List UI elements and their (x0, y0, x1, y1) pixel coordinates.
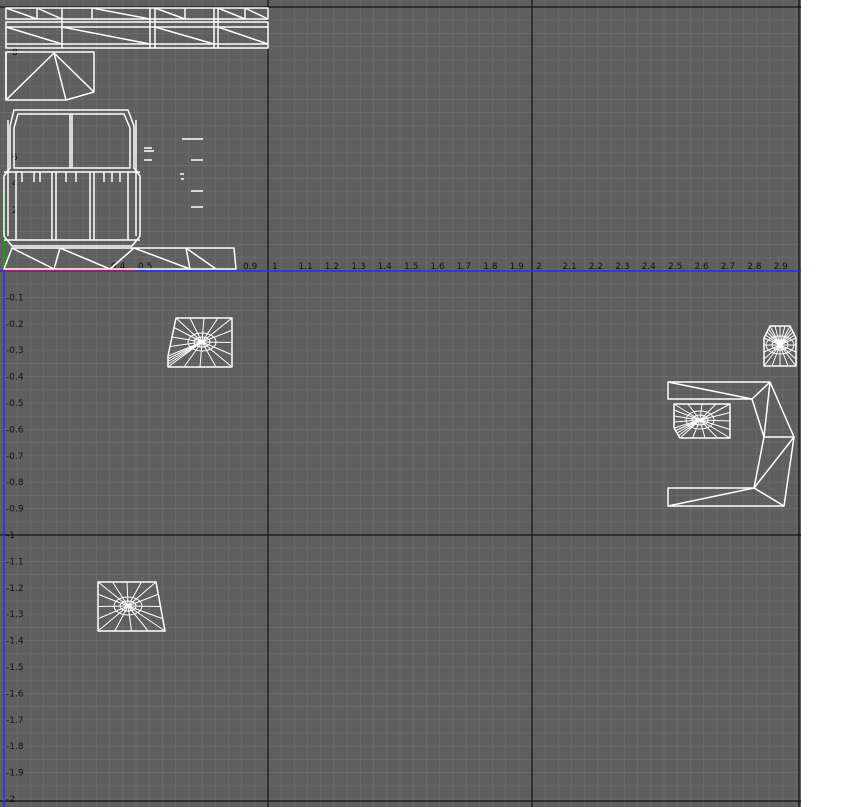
v-tick-label: -0.8 (6, 478, 24, 488)
uv-shell-triangle-panel[interactable] (5, 51, 95, 101)
v-tick-label: -1.6 (6, 689, 24, 699)
v-tick-label-upper: 4 (12, 179, 18, 189)
u-tick-label: 2.6 (694, 262, 709, 272)
u-tick-label: 1.2 (325, 262, 339, 272)
u-tick-label: 2 (536, 262, 542, 272)
u-tick-label: 1.1 (298, 262, 312, 272)
fan-line (126, 581, 129, 607)
v-tick-label: -0.1 (6, 293, 24, 303)
u-tick-label: 1.5 (404, 262, 418, 272)
u-tick-label: 1.6 (430, 262, 445, 272)
v-tick-label: -0.2 (6, 320, 24, 330)
u-tick-label: 2.4 (642, 262, 657, 272)
fan-line (201, 341, 233, 356)
u-tick-label: 1.9 (510, 262, 525, 272)
v-tick-label: -2 (6, 795, 15, 805)
fan-line (201, 341, 233, 343)
v-tick-label: -0.3 (6, 346, 24, 356)
v-tick-label: -1 (6, 531, 15, 541)
fan-line (97, 593, 129, 607)
v-tick-label: -1.9 (6, 769, 24, 779)
u-tick-label: 0.5 (138, 262, 152, 272)
v-tick-label: -1.1 (6, 557, 24, 567)
uv-grid-canvas[interactable]: 0.4 0.5 0.9 1 1.1 1.2 1.3 1.4 1.5 1.6 1.7 1.8 1.9 2 2.… (0, 0, 801, 807)
fan-line (127, 581, 142, 607)
v-tick-label-upper: 8 (12, 48, 18, 58)
uv-axes (0, 190, 801, 807)
u-tick-label: 2.7 (721, 262, 735, 272)
v-tick-label: -1.5 (6, 663, 24, 673)
v-tick-label: -1.3 (6, 610, 24, 620)
uv-shell-c-bracket[interactable] (667, 381, 795, 507)
v-tick-label: -0.4 (6, 373, 24, 383)
v-tick-label-upper: 6 (12, 153, 18, 163)
fan-triangulation (97, 317, 797, 632)
fan-line (127, 605, 161, 607)
u-tick-label: 2.8 (747, 262, 762, 272)
v-tick-label: -1.2 (6, 584, 24, 594)
u-tick-label: 2.3 (615, 262, 629, 272)
v-tick-label: -1.8 (6, 742, 24, 752)
v-tick-label: -0.7 (6, 452, 24, 462)
fan-line (97, 605, 129, 620)
fan-line (699, 419, 731, 422)
u-tick-label: 2.5 (668, 262, 682, 272)
u-tick-label: 1 (272, 262, 278, 272)
u-tick-label: 2.1 (562, 262, 576, 272)
u-tick-label: 0.9 (243, 262, 258, 272)
u-tick-label: 2.2 (589, 262, 603, 272)
v-tick-label: -1.4 (6, 637, 24, 647)
uv-viewport[interactable]: 0.4 0.5 0.9 1 1.1 1.2 1.3 1.4 1.5 1.6 1.7 1.8 1.9 2 2.… (0, 0, 801, 807)
u-tick-label: 1.3 (351, 262, 365, 272)
v-tick-label: -1.7 (6, 716, 24, 726)
v-tick-label: -0.5 (6, 399, 24, 409)
v-tick-label: -0.6 (6, 425, 24, 435)
u-tick-label: 1.4 (378, 262, 393, 272)
fan-line (127, 593, 159, 607)
fan-line (97, 605, 129, 607)
u-tick-label: 2.9 (774, 262, 789, 272)
u-tick-label: 1.7 (457, 262, 471, 272)
side-panel (801, 0, 861, 807)
fan-line (699, 403, 731, 421)
u-tick-label: 1.8 (483, 262, 498, 272)
uv-shell-cabin-front[interactable] (3, 109, 141, 247)
uv-shell-small-strips[interactable] (144, 138, 203, 208)
v-tick-label: -0.9 (6, 505, 24, 515)
v-tick-label-upper: 2 (12, 206, 18, 216)
fan-line (127, 581, 157, 607)
